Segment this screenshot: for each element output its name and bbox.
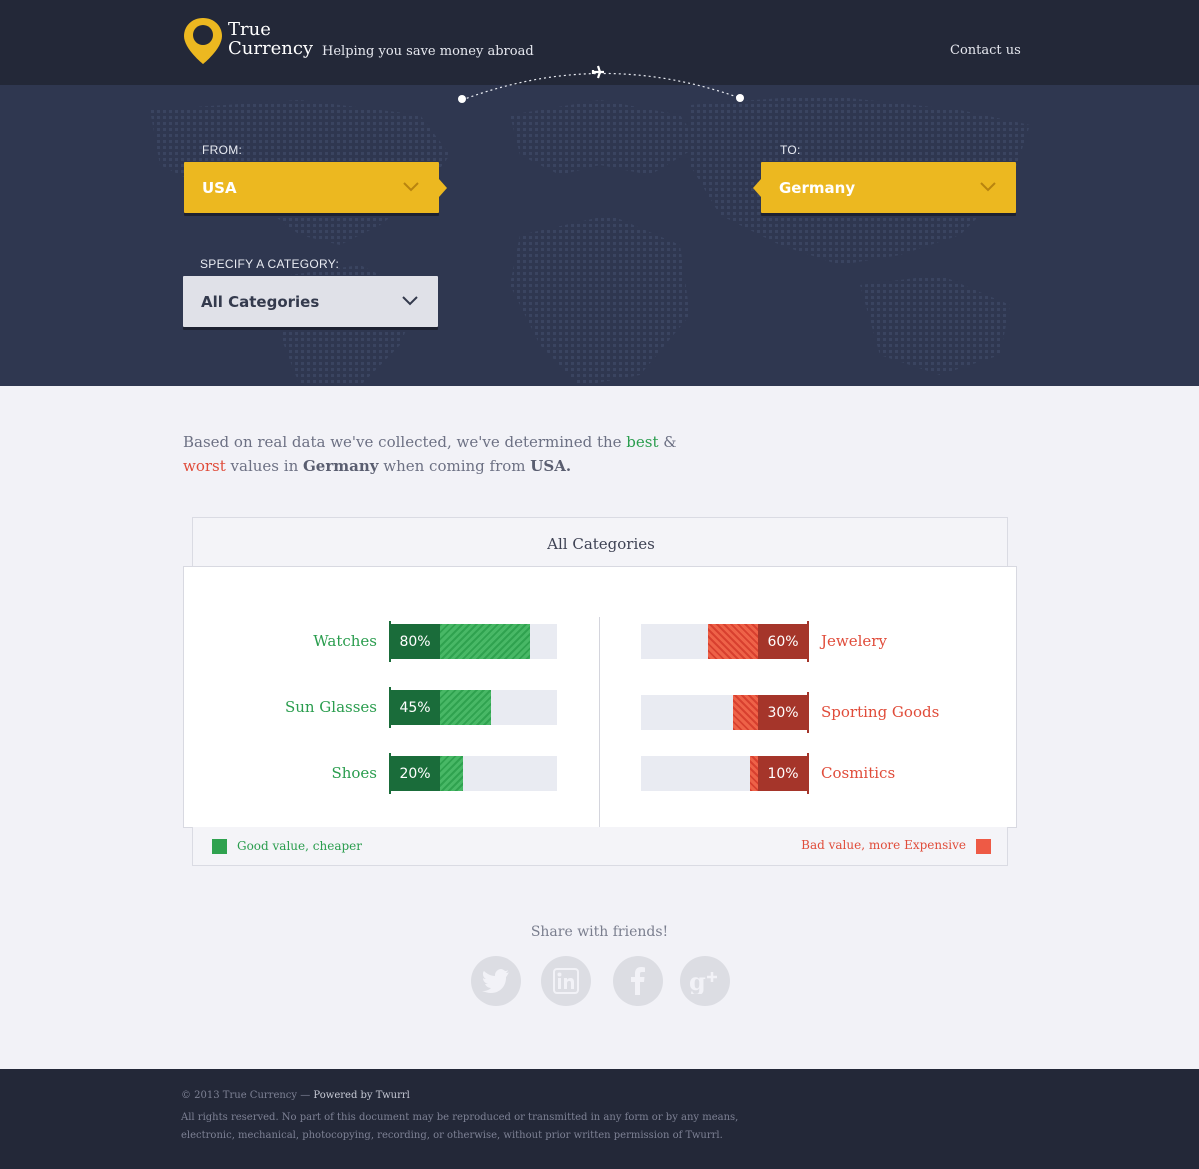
tagline: Helping you save money abroad <box>322 44 534 59</box>
from-country-select[interactable]: USA <box>184 162 447 213</box>
linkedin-share-button[interactable] <box>541 956 591 1006</box>
bad-value-bar <box>733 695 758 730</box>
powered-by-link[interactable]: Powered by Twurrl <box>313 1090 409 1101</box>
chart-legend: Good value, cheaper Bad value, more Expe… <box>192 827 1008 866</box>
good-value-percent: 45% <box>390 690 440 725</box>
good-category-label[interactable]: Shoes <box>177 764 377 782</box>
hero-search-panel <box>0 85 1199 386</box>
facebook-icon <box>631 967 645 995</box>
google-plus-icon: g <box>689 968 717 994</box>
footer-copyright-text: © 2013 True Currency — <box>181 1090 314 1101</box>
legend-swatch-bad <box>976 839 991 854</box>
legend-good-label: Good value, cheaper <box>237 839 362 853</box>
chart-card-header: All Categories <box>192 517 1008 569</box>
bar-axis <box>389 753 391 794</box>
good-category-label[interactable]: Sun Glasses <box>177 698 377 716</box>
footer-legal: All rights reserved. No part of this doc… <box>181 1112 739 1141</box>
chevron-down-icon <box>402 296 418 306</box>
bad-value-percent: 60% <box>758 624 808 659</box>
good-value-percent: 80% <box>390 624 440 659</box>
good-category-label[interactable]: Watches <box>177 632 377 650</box>
legend-swatch-good <box>212 839 227 854</box>
category-select[interactable]: All Categories <box>183 276 438 327</box>
intro-part1: Based on real data we've collected, we'v… <box>183 433 627 451</box>
bad-value-percent: 30% <box>758 695 808 730</box>
intro-origin: USA. <box>530 457 572 475</box>
svg-text:g: g <box>689 968 706 994</box>
intro-worst: worst <box>183 457 226 475</box>
flight-path-illustration <box>458 65 744 103</box>
intro-country: Germany <box>303 457 379 475</box>
bad-value-percent: 10% <box>758 756 808 791</box>
legend-bad-label: Bad value, more Expensive <box>801 838 966 852</box>
intro-best: best <box>626 433 659 451</box>
bad-value-bar <box>708 624 758 659</box>
chart-card-body <box>183 566 1017 828</box>
bar-axis <box>807 753 809 794</box>
good-value-bar <box>440 756 463 791</box>
contact-link[interactable]: Contact us <box>950 43 1021 58</box>
intro-text: Based on real data we've collected, we'v… <box>183 430 703 478</box>
to-country-value: Germany <box>779 178 856 197</box>
bad-category-label[interactable]: Cosmitics <box>821 764 1021 782</box>
chevron-down-icon <box>980 182 996 192</box>
bar-axis <box>389 621 391 662</box>
bad-category-label[interactable]: Sporting Goods <box>821 703 1021 721</box>
bar-axis <box>807 621 809 662</box>
from-label: FROM: <box>202 143 243 157</box>
good-value-bar <box>440 690 491 725</box>
twitter-share-button[interactable] <box>471 956 521 1006</box>
to-country-select[interactable]: Germany <box>753 162 1016 213</box>
good-value-bar <box>440 624 530 659</box>
footer-copyright: © 2013 True Currency — Powered by Twurrl <box>181 1090 410 1101</box>
intro-amp: & <box>658 433 677 451</box>
to-label: TO: <box>780 143 801 157</box>
google-plus-share-button[interactable]: g <box>680 956 730 1006</box>
share-title: Share with friends! <box>530 924 669 940</box>
intro-part2: values in <box>225 457 303 475</box>
category-value: All Categories <box>201 292 320 311</box>
linkedin-icon <box>553 968 579 994</box>
chart-divider <box>599 617 600 827</box>
facebook-share-button[interactable] <box>613 956 663 1006</box>
category-label: SPECIFY A CATEGORY: <box>200 257 340 271</box>
twitter-icon <box>482 969 509 993</box>
logo-wordmark[interactable]: True Currency <box>228 20 313 58</box>
bad-value-bar <box>750 756 758 791</box>
select-pointer <box>753 179 761 197</box>
bar-axis <box>389 687 391 728</box>
bad-category-label[interactable]: Jewelery <box>821 632 1021 650</box>
logo-line1: True <box>228 19 271 40</box>
airplane-icon <box>591 65 604 79</box>
select-pointer <box>439 179 447 197</box>
from-country-value: USA <box>202 178 237 197</box>
bar-axis <box>807 692 809 733</box>
good-value-percent: 20% <box>390 756 440 791</box>
chart-title: All Categories <box>547 535 655 553</box>
logo-line2: Currency <box>228 38 314 59</box>
location-pin-icon[interactable] <box>183 16 223 66</box>
world-map-background <box>150 95 1030 386</box>
intro-part3: when coming from <box>378 457 531 475</box>
chevron-down-icon <box>403 182 419 192</box>
